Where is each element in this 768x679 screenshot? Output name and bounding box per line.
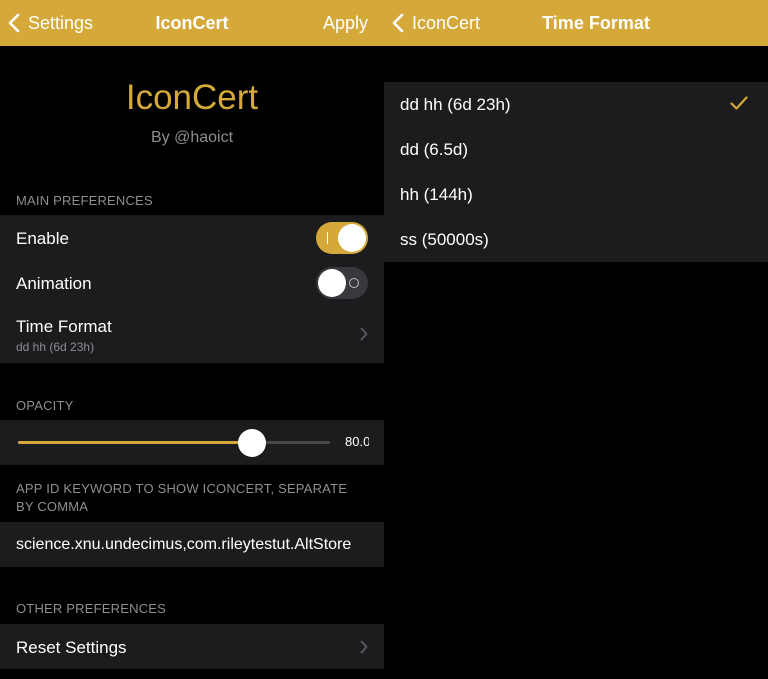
chevron-left-icon: [8, 13, 20, 33]
back-button[interactable]: Settings: [8, 0, 93, 46]
toggle-off-mark: [349, 278, 359, 288]
animation-toggle[interactable]: [316, 267, 368, 299]
nav-bar: Settings IconCert Apply: [0, 0, 384, 46]
toggle-knob: [318, 269, 346, 297]
option-label: hh (144h): [400, 185, 473, 204]
time-format-options: dd hh (6d 23h) dd (6.5d) hh (144h) ss (5…: [384, 82, 768, 262]
toggle-knob: [338, 224, 366, 252]
time-format-row[interactable]: Time Format dd hh (6d 23h): [0, 307, 384, 363]
toggle-on-mark: [327, 232, 328, 244]
opacity-group: 80.0: [0, 420, 384, 465]
animation-row: Animation: [0, 260, 384, 305]
option-label: dd hh (6d 23h): [400, 95, 511, 114]
option-dd-hh[interactable]: dd hh (6d 23h): [384, 82, 768, 127]
chevron-right-icon: [360, 327, 368, 341]
section-header-app-id-line1: APP ID KEYWORD TO SHOW ICONCERT, SEPARAT…: [16, 481, 348, 496]
app-title: IconCert: [125, 78, 259, 117]
section-header-other-preferences: OTHER PREFERENCES: [16, 601, 167, 616]
section-header-app-id-line2: BY COMMA: [16, 499, 89, 514]
animation-label: Animation: [16, 274, 92, 293]
reset-settings-row[interactable]: Reset Settings: [0, 624, 384, 669]
back-button[interactable]: IconCert: [392, 0, 480, 46]
app-id-group: science.xnu.undecimus,com.rileytestut.Al…: [0, 522, 384, 567]
chevron-left-icon: [392, 13, 404, 33]
option-label: ss (50000s): [400, 230, 489, 249]
settings-pane: Settings IconCert Apply IconCert By @hao…: [0, 0, 384, 679]
time-format-label: Time Format: [16, 317, 112, 336]
author-label: By @haoict: [150, 129, 234, 146]
option-label: dd (6.5d): [400, 140, 469, 159]
time-format-pane: IconCert Time Format dd hh (6d 23h) dd (…: [384, 0, 768, 679]
back-label: Settings: [28, 12, 94, 33]
apply-button[interactable]: Apply: [323, 0, 368, 46]
back-label: IconCert: [412, 12, 481, 33]
option-ss[interactable]: ss (50000s): [384, 217, 768, 262]
main-preferences-group: Enable Animation Time Format dd hh (6d 2…: [0, 215, 384, 363]
reset-settings-label: Reset Settings: [16, 638, 127, 657]
app-id-field[interactable]: science.xnu.undecimus,com.rileytestut.Al…: [16, 522, 374, 567]
chevron-right-icon: [360, 640, 368, 654]
option-hh[interactable]: hh (144h): [384, 172, 768, 217]
time-format-value: dd hh (6d 23h): [16, 340, 95, 354]
enable-toggle[interactable]: [316, 222, 368, 254]
opacity-value: 80.0: [345, 434, 369, 449]
enable-row: Enable: [0, 215, 384, 260]
slider-fill: [18, 441, 252, 444]
section-header-main-preferences: MAIN PREFERENCES: [16, 193, 153, 208]
enable-label: Enable: [16, 229, 69, 248]
option-dd[interactable]: dd (6.5d): [384, 127, 768, 172]
nav-bar: IconCert Time Format: [384, 0, 768, 46]
slider-thumb[interactable]: [238, 429, 266, 457]
section-header-opacity: OPACITY: [16, 398, 74, 413]
checkmark-icon: [730, 96, 748, 110]
opacity-slider[interactable]: [18, 429, 330, 457]
